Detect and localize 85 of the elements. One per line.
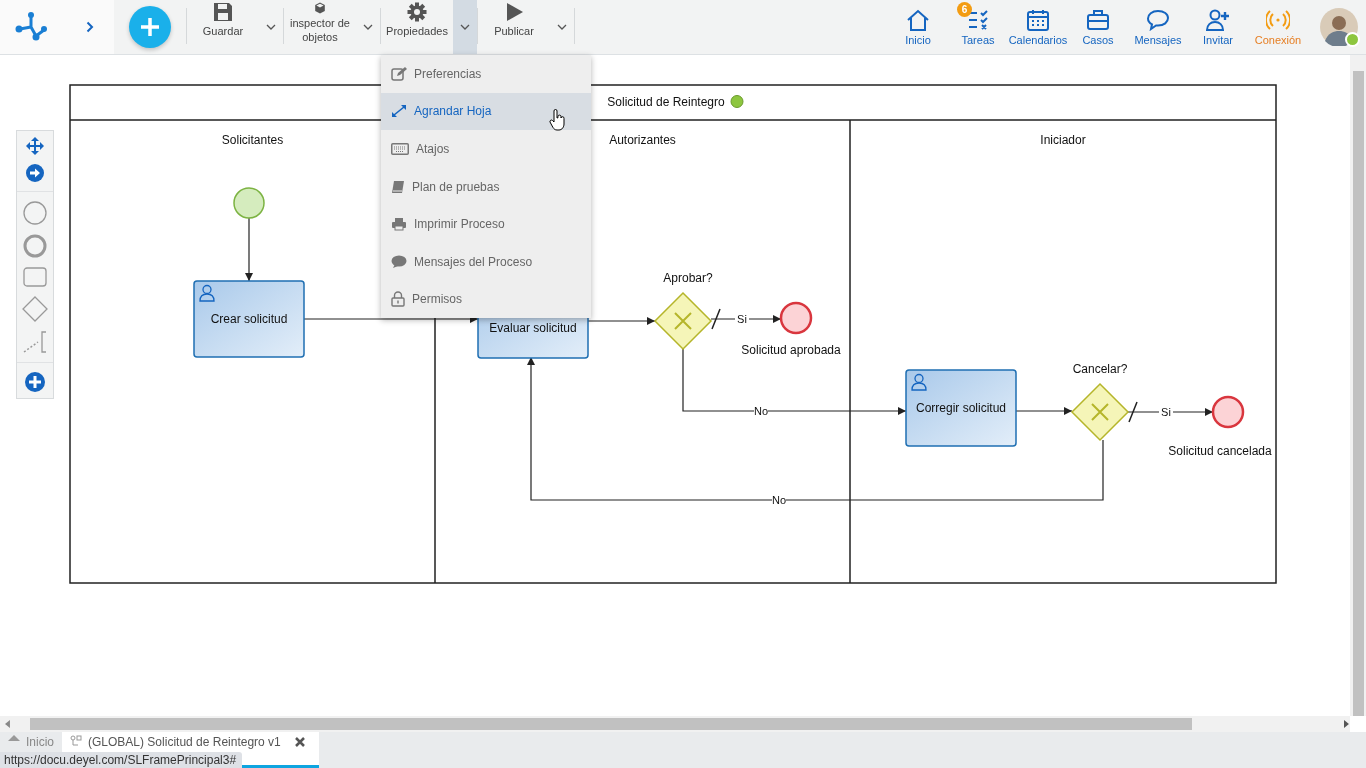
online-status-dot <box>1345 32 1360 47</box>
calendar-icon <box>1026 8 1050 31</box>
flow-label: Si <box>737 313 747 325</box>
toolbar-button[interactable]: Guardar <box>187 2 259 44</box>
task-tool-icon[interactable] <box>23 267 47 287</box>
menu-item[interactable]: Preferencias <box>381 55 591 93</box>
add-icon[interactable] <box>25 372 45 392</box>
scroll-left-icon[interactable] <box>4 720 12 728</box>
nav-button[interactable]: Tareas 6 <box>948 0 1008 46</box>
keyboard-icon <box>391 143 409 155</box>
book-icon <box>391 179 405 194</box>
annotation-tool-icon[interactable] <box>23 331 47 353</box>
plus-icon <box>140 17 160 37</box>
nav-button[interactable]: Conexión <box>1248 0 1308 46</box>
start-event-tool-icon[interactable] <box>23 201 47 225</box>
expand-icon <box>391 104 407 119</box>
gateway-diamond <box>653 291 713 351</box>
gateway-label: Aprobar? <box>663 271 713 285</box>
task-label: Crear solicitud <box>210 312 288 326</box>
end-event-circle <box>779 301 813 335</box>
task-label: Corregir solicitud <box>916 401 1006 415</box>
count-badge: 6 <box>957 1 972 17</box>
menu-item[interactable]: Plan de pruebas <box>381 167 591 206</box>
event-label: Solicitud cancelada <box>1168 444 1272 458</box>
lock-icon <box>391 291 405 308</box>
nav-button[interactable]: Mensajes <box>1128 0 1188 46</box>
chevron-down-icon <box>266 24 276 30</box>
toolbar-button[interactable]: inspector de objetos <box>284 2 356 44</box>
nav-button[interactable]: Casos <box>1068 0 1128 46</box>
end-event-circle <box>1211 395 1245 429</box>
printer-icon <box>391 217 407 232</box>
person-icon <box>911 373 927 391</box>
move-icon[interactable] <box>26 137 44 155</box>
gateway-tool-icon[interactable] <box>22 296 48 322</box>
flow-label: No <box>753 405 769 417</box>
menu-item[interactable]: Permisos <box>381 280 591 319</box>
home-icon <box>906 8 930 31</box>
gateway-label: Cancelar? <box>1072 362 1128 376</box>
add-button[interactable] <box>129 6 171 48</box>
briefcase-icon <box>1086 8 1110 31</box>
chevron-down-icon <box>363 24 373 30</box>
logo-icon[interactable] <box>14 12 48 42</box>
status-url-tooltip: https://docu.deyel.com/SLFramePrincipal3# <box>0 752 243 768</box>
signal-icon <box>1266 8 1290 31</box>
diagram-icon <box>70 735 82 747</box>
task-label: Evaluar solicitud <box>489 321 577 335</box>
chevron-right-icon[interactable] <box>86 21 94 33</box>
lane-title: Iniciador <box>1040 133 1086 147</box>
connect-arrow-icon[interactable] <box>26 164 44 182</box>
scrollbar-thumb[interactable] <box>29 718 1193 730</box>
person-icon <box>199 284 215 302</box>
chevron-down-icon <box>460 24 470 30</box>
scroll-right-icon[interactable] <box>1342 720 1350 728</box>
scrollbar-thumb[interactable] <box>1352 71 1364 716</box>
close-icon[interactable] <box>294 737 305 747</box>
add-user-icon <box>1206 8 1230 31</box>
avatar[interactable] <box>1320 8 1358 46</box>
toolbar-button[interactable]: Publicar <box>478 2 550 44</box>
edit-icon <box>391 66 407 81</box>
hand-cursor-icon <box>549 109 566 131</box>
nav-button[interactable]: Calendarios <box>1008 0 1068 46</box>
event-label: Solicitud aprobada <box>741 343 841 357</box>
flow-arrow <box>587 317 656 325</box>
checklist-icon <box>966 8 990 31</box>
nav-button[interactable]: Invitar <box>1188 0 1248 46</box>
gateway-diamond <box>1070 382 1130 442</box>
play-icon <box>504 2 524 22</box>
menu-item[interactable]: Imprimir Proceso <box>381 205 591 243</box>
pool-title: Solicitud de Reintegro <box>607 95 725 109</box>
speech-bubble-icon <box>391 254 407 269</box>
flow-label: No <box>771 494 787 506</box>
menu-item[interactable]: Agrandar Hoja <box>381 92 591 131</box>
nav-button[interactable]: Inicio <box>888 0 948 46</box>
end-event-tool-icon[interactable] <box>23 234 47 258</box>
lane-title: Solicitantes <box>221 133 284 147</box>
chevron-down-icon <box>557 24 567 30</box>
toolbar-button[interactable]: Propiedades <box>381 2 453 44</box>
flow-label: Si <box>1161 406 1171 418</box>
start-event-circle <box>233 187 265 219</box>
menu-item[interactable]: Mensajes del Proceso <box>381 242 591 281</box>
chat-bubble-icon <box>1146 8 1170 31</box>
flow-arrow <box>245 217 253 282</box>
lane-title: Autorizantes <box>609 133 676 147</box>
menu-item[interactable]: Atajos <box>381 130 591 168</box>
status-dot-icon <box>730 95 744 108</box>
